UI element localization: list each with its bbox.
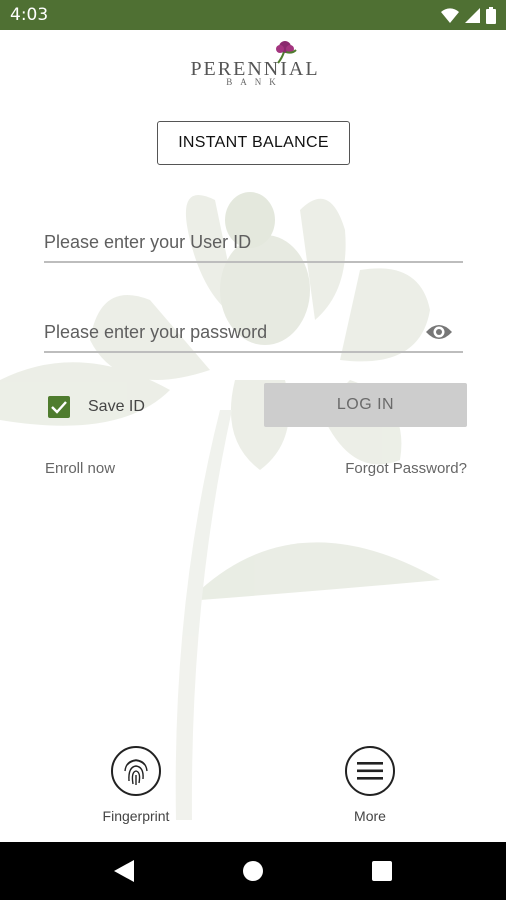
enroll-now-link[interactable]: Enroll now: [45, 460, 115, 477]
password-field-wrapper: [44, 313, 463, 353]
forgot-password-link[interactable]: Forgot Password?: [345, 460, 467, 477]
signal-icon: [465, 7, 480, 23]
login-button[interactable]: LOG IN: [264, 383, 467, 427]
fingerprint-button[interactable]: [111, 746, 161, 796]
recents-icon[interactable]: [362, 851, 402, 891]
user-id-field-wrapper: [44, 223, 463, 263]
save-id-label: Save ID: [88, 398, 145, 415]
hamburger-menu-icon: [357, 762, 383, 780]
password-input[interactable]: [44, 313, 463, 351]
status-icons: [441, 6, 496, 24]
battery-icon: [486, 6, 496, 24]
home-icon[interactable]: [233, 851, 273, 891]
navigation-bar: [0, 842, 506, 900]
wifi-icon: [441, 7, 459, 23]
user-id-input[interactable]: [44, 223, 463, 261]
logo-sub: BANK: [226, 77, 284, 87]
more-label: More: [354, 808, 386, 824]
save-id-checkbox[interactable]: [48, 396, 70, 418]
status-time: 4:03: [10, 5, 49, 25]
status-bar: 4:03: [0, 0, 506, 30]
save-id-toggle[interactable]: Save ID: [48, 396, 145, 418]
show-password-eye-icon[interactable]: [425, 321, 453, 343]
fingerprint-label: Fingerprint: [102, 808, 170, 824]
check-icon: [51, 401, 67, 414]
more-action[interactable]: More: [315, 746, 425, 824]
fingerprint-action[interactable]: Fingerprint: [81, 746, 191, 824]
back-icon[interactable]: [104, 851, 144, 891]
instant-balance-button[interactable]: INSTANT BALANCE: [157, 121, 350, 165]
more-button[interactable]: [345, 746, 395, 796]
fingerprint-icon: [124, 759, 148, 785]
bank-logo: PERENNIAL BANK: [190, 40, 320, 92]
